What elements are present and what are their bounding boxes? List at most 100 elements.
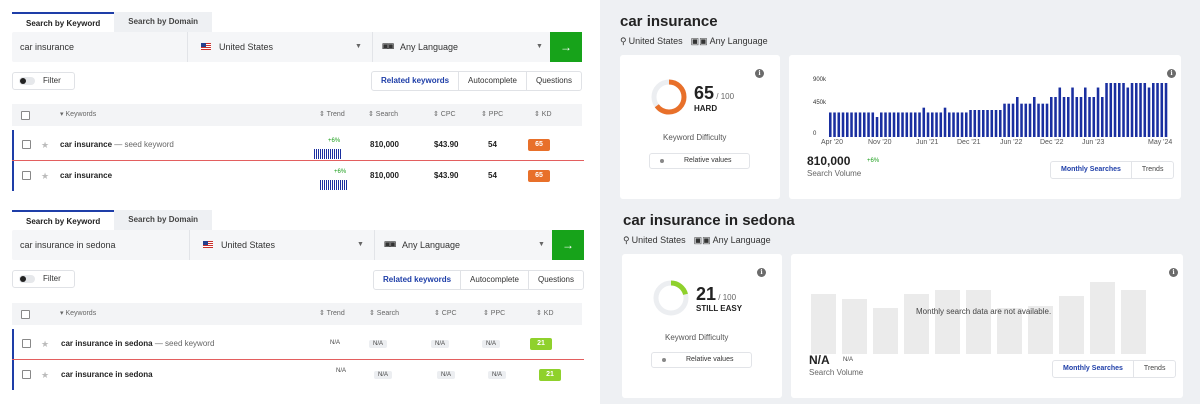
x-tick-label: Jun '22 xyxy=(1000,139,1023,146)
country-select[interactable]: United States xyxy=(221,230,275,260)
row-checkbox[interactable] xyxy=(22,339,31,348)
language-icon: ▣▣ xyxy=(382,43,394,50)
language-select[interactable]: Any Language xyxy=(402,230,460,260)
col-kd[interactable]: ⇕ KD xyxy=(536,303,554,325)
chart-mode-toggle: Monthly Searches Trends xyxy=(1052,360,1177,378)
y-tick-label: 0 xyxy=(813,131,817,137)
star-icon[interactable]: ★ xyxy=(41,161,49,191)
col-cpc[interactable]: ⇕ CPC xyxy=(433,104,456,126)
chart-bar xyxy=(829,112,832,137)
chart-bar xyxy=(1126,87,1130,137)
col-keywords[interactable]: ▾ Keywords xyxy=(60,104,96,126)
info-icon[interactable]: i xyxy=(757,268,766,277)
chart-bar xyxy=(863,112,866,137)
language-icon: ▣▣ xyxy=(690,36,708,46)
tab-autocomplete[interactable]: Autocomplete xyxy=(458,72,526,90)
tab-search-by-keyword[interactable]: Search by Keyword xyxy=(12,12,115,32)
table-row[interactable]: ★ car insurance — seed keyword +6% 810,0… xyxy=(12,130,582,160)
kd-badge: 65 xyxy=(528,139,550,151)
table-row[interactable]: ★ car insurance +6% 810,000 $43.90 54 65 xyxy=(12,161,582,191)
search-volume-label: Search Volume xyxy=(807,169,862,178)
divider xyxy=(374,230,375,260)
info-icon[interactable]: i xyxy=(755,69,764,78)
placeholder-bar xyxy=(1121,290,1146,354)
col-search[interactable]: ⇕ Search xyxy=(368,104,398,126)
filter-toggle[interactable]: Filter xyxy=(12,72,75,90)
relative-values-toggle[interactable]: Relative values xyxy=(651,352,752,368)
chart-bar xyxy=(1164,83,1168,137)
tab-search-by-domain[interactable]: Search by Domain xyxy=(114,210,213,230)
filter-toggle[interactable]: Filter xyxy=(12,270,75,288)
relative-values-toggle[interactable]: Relative values xyxy=(649,153,750,169)
kd-label: Keyword Difficulty xyxy=(663,133,727,142)
col-ppc[interactable]: ⇕ PPC xyxy=(483,303,505,325)
keyword-cell[interactable]: car insurance in sedona xyxy=(61,360,153,390)
col-kd[interactable]: ⇕ KD xyxy=(534,104,552,126)
col-cpc[interactable]: ⇕ CPC xyxy=(434,303,457,325)
kd-label: Keyword Difficulty xyxy=(665,333,729,342)
keyword-input[interactable]: car insurance in sedona xyxy=(20,230,116,260)
col-trend[interactable]: ⇕ Trend xyxy=(319,104,345,126)
select-all-checkbox[interactable] xyxy=(21,111,30,120)
toggle-switch[interactable] xyxy=(19,77,35,85)
search-volume-change: +6% xyxy=(867,158,880,164)
keyword-panel-top: Search by Keyword Search by Domain car i… xyxy=(0,0,600,200)
row-checkbox[interactable] xyxy=(22,171,31,180)
row-checkbox[interactable] xyxy=(22,370,31,379)
tab-search-by-domain[interactable]: Search by Domain xyxy=(114,12,213,32)
search-bar: car insurance United States ▼ ▣▣ Any Lan… xyxy=(12,32,582,62)
star-icon[interactable]: ★ xyxy=(41,130,49,160)
row-checkbox[interactable] xyxy=(22,140,31,149)
tab-related-keywords[interactable]: Related keywords xyxy=(372,72,458,90)
keyword-text: car insurance in sedona xyxy=(61,370,153,379)
chart-bar xyxy=(1062,97,1066,137)
star-icon[interactable]: ★ xyxy=(41,360,49,390)
star-icon[interactable]: ★ xyxy=(41,329,49,359)
table-row[interactable]: ★ car insurance in sedona N/A N/A N/A N/… xyxy=(12,360,582,390)
chart-bar xyxy=(1139,83,1142,137)
tab-questions[interactable]: Questions xyxy=(527,271,583,289)
relative-values-label: Relative values xyxy=(684,157,732,164)
chart-bar xyxy=(965,112,968,137)
chart-bar xyxy=(909,112,913,137)
chart-bar xyxy=(1143,83,1147,137)
map-pin-icon: ⚲ xyxy=(623,235,630,245)
col-keywords[interactable]: ▾ Keywords xyxy=(60,303,96,325)
keyword-cell[interactable]: car insurance xyxy=(60,161,112,191)
info-icon[interactable]: i xyxy=(1169,268,1178,277)
chart-bar xyxy=(1105,83,1108,137)
chart-bar xyxy=(1088,97,1091,137)
country-select[interactable]: United States xyxy=(219,32,273,62)
chart-mode-toggle: Monthly Searches Trends xyxy=(1050,161,1175,179)
col-search[interactable]: ⇕ Search xyxy=(369,303,399,325)
keyword-input[interactable]: car insurance xyxy=(20,32,74,62)
tab-monthly-searches[interactable]: Monthly Searches xyxy=(1053,361,1133,377)
select-all-checkbox[interactable] xyxy=(21,310,30,319)
tab-questions[interactable]: Questions xyxy=(525,72,581,90)
keyword-cell[interactable]: car insurance in sedona — seed keyword xyxy=(61,329,214,359)
tab-monthly-searches[interactable]: Monthly Searches xyxy=(1051,162,1131,178)
keyword-cell[interactable]: car insurance — seed keyword xyxy=(60,130,174,160)
tab-related-keywords[interactable]: Related keywords xyxy=(374,271,460,289)
col-trend[interactable]: ⇕ Trend xyxy=(319,303,345,325)
x-tick-label: Jun '21 xyxy=(916,139,939,146)
language-select[interactable]: Any Language xyxy=(400,32,458,62)
tab-search-by-keyword[interactable]: Search by Keyword xyxy=(12,210,115,230)
toggle-switch[interactable] xyxy=(19,275,35,283)
table-row[interactable]: ★ car insurance in sedona — seed keyword… xyxy=(12,329,582,359)
chevron-down-icon: ▼ xyxy=(538,241,545,248)
chart-bar xyxy=(931,112,934,137)
location-meta: ⚲ United States ▣▣ Any Language xyxy=(620,36,768,47)
search-button[interactable]: → xyxy=(552,230,584,260)
chart-bar xyxy=(935,112,938,137)
chart-bar xyxy=(1003,103,1006,137)
tab-autocomplete[interactable]: Autocomplete xyxy=(460,271,528,289)
keyword-title: car insurance xyxy=(620,13,718,30)
tab-trends[interactable]: Trends xyxy=(1132,361,1176,377)
keyword-difficulty-card: i 65 / 100 HARD Keyword Difficulty Relat… xyxy=(620,55,780,199)
tab-trends[interactable]: Trends xyxy=(1130,162,1174,178)
divider xyxy=(187,32,188,62)
col-ppc[interactable]: ⇕ PPC xyxy=(481,104,503,126)
chart-bar xyxy=(1007,103,1011,137)
search-button[interactable]: → xyxy=(550,32,582,62)
